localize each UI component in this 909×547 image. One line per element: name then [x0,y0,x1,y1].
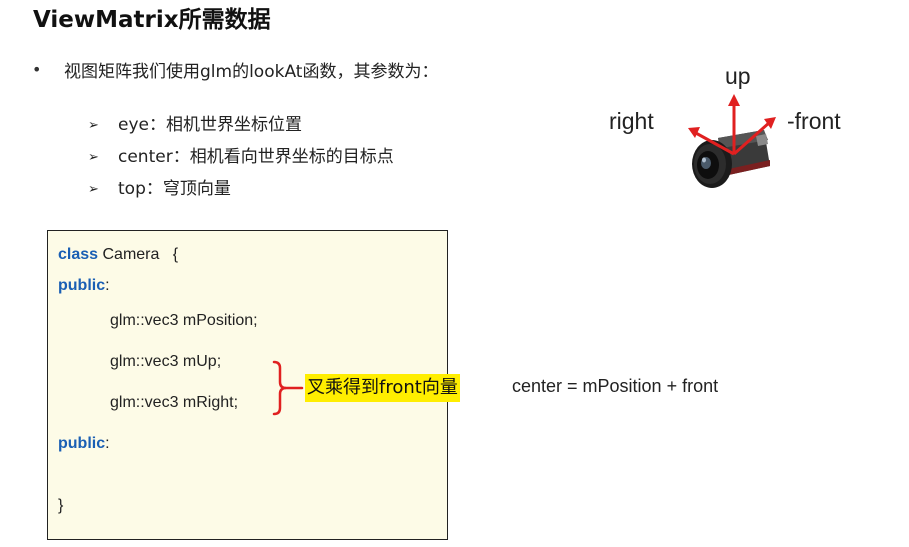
arrow-bullet-icon: ➢ [88,182,99,197]
code-text: : [105,277,110,294]
code-line-right: glm::vec3 mRight; [110,394,239,411]
code-keyword: public [58,277,106,294]
parameter-list: ➢ eye：相机世界坐标位置 ➢ center：相机看向世界坐标的目标点 ➢ t… [88,113,394,209]
camera-icon [688,94,776,188]
list-item-text: eye：相机世界坐标位置 [118,115,302,135]
bullet-marker: • [32,60,42,79]
code-line-public: public: [58,277,110,295]
code-keyword: public [58,435,106,452]
up-label: up [725,63,751,89]
code-text: Camera { [98,246,179,263]
bullet-text: 视图矩阵我们使用glm的lookAt函数，其参数为： [64,62,439,82]
code-line-position: glm::vec3 mPosition; [110,312,258,329]
code-line-close: } [58,497,64,514]
arrow-bullet-icon: ➢ [88,118,99,133]
center-formula: center = mPosition + front [512,376,719,396]
list-item-eye: ➢ eye：相机世界坐标位置 [88,113,394,145]
slide-title: ViewMatrix所需数据 [33,7,271,33]
curly-bracket-icon [272,360,304,416]
list-item-center: ➢ center：相机看向世界坐标的目标点 [88,145,394,177]
list-item-text: center：相机看向世界坐标的目标点 [118,147,394,167]
right-label: right [609,108,654,134]
front-label: -front [787,108,841,134]
list-item-text: top：穹顶向量 [118,179,231,199]
code-line-up: glm::vec3 mUp; [110,353,222,370]
list-item-top: ➢ top：穹顶向量 [88,177,394,209]
cross-product-label: 叉乘得到front向量 [305,374,460,402]
arrow-bullet-icon: ➢ [88,150,99,165]
code-line-class: class Camera { [58,246,178,264]
code-text: : [105,435,110,452]
code-line-public-2: public: [58,435,110,453]
code-keyword: class [58,246,99,263]
